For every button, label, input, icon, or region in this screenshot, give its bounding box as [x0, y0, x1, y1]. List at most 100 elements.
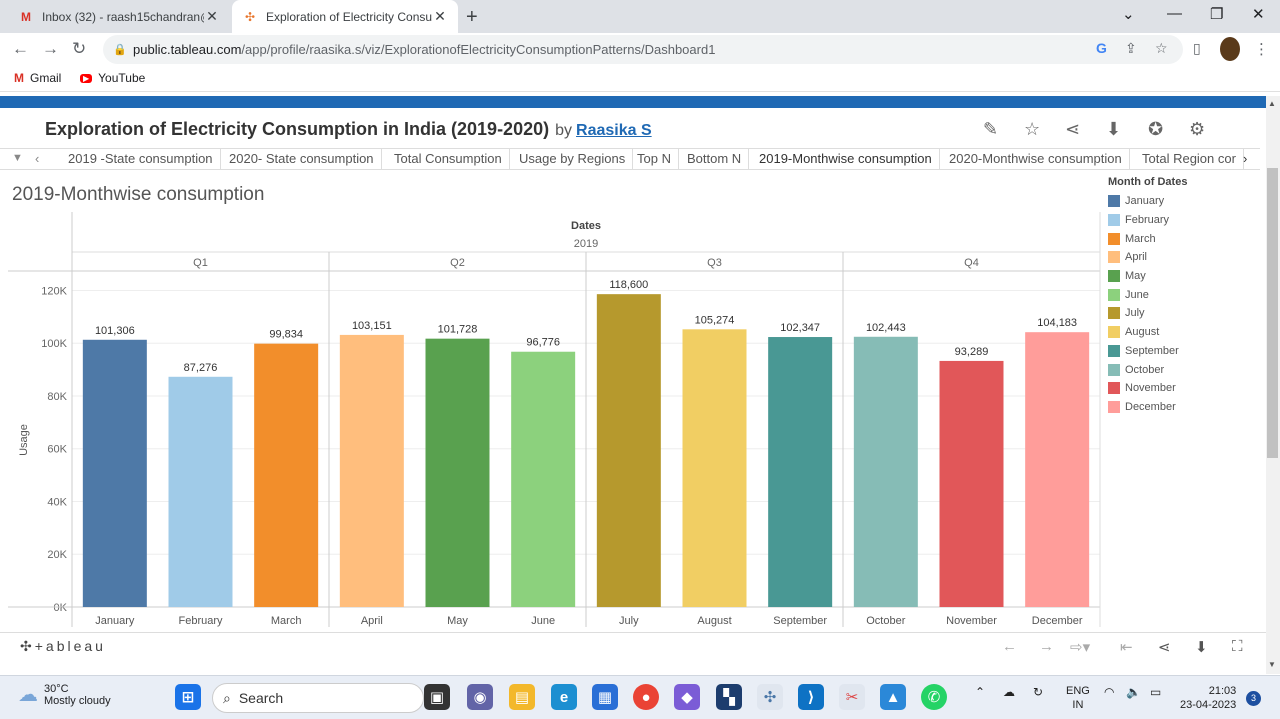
tray-expand-icon[interactable]: ⌃: [975, 685, 985, 699]
legend-item[interactable]: February: [1108, 211, 1258, 230]
legend-item[interactable]: April: [1108, 248, 1258, 267]
battery-icon[interactable]: ▭: [1150, 685, 1161, 699]
bar[interactable]: [1025, 332, 1090, 607]
notification-badge[interactable]: 3: [1246, 691, 1261, 706]
undo-icon[interactable]: ←: [1002, 638, 1017, 655]
bar[interactable]: [168, 376, 233, 607]
bar[interactable]: [339, 334, 404, 607]
maximize-button[interactable]: ❐: [1210, 5, 1223, 23]
bar[interactable]: [425, 338, 490, 607]
download-icon[interactable]: ⬇: [1195, 638, 1208, 656]
snipping-tool-icon[interactable]: ✂: [839, 684, 865, 710]
edit-copy-icon[interactable]: ✎: [983, 119, 998, 140]
reset-icon[interactable]: ⇤: [1120, 638, 1133, 656]
legend-item[interactable]: December: [1108, 398, 1258, 417]
bookmark-youtube[interactable]: ▶ YouTube: [80, 71, 145, 85]
tabs-prev-icon[interactable]: ‹: [35, 151, 39, 166]
scrollbar-thumb[interactable]: [1267, 168, 1278, 458]
taskbar-search[interactable]: ⌕ Search: [212, 683, 424, 713]
new-tab-button[interactable]: +: [466, 6, 478, 29]
settings-gear-icon[interactable]: ⚙: [1189, 119, 1205, 140]
favorite-star-icon[interactable]: ☆: [1024, 119, 1040, 140]
sheet-tab[interactable]: Top N: [630, 149, 679, 169]
tabs-dropdown-icon[interactable]: ▼: [12, 152, 23, 164]
vscode-icon[interactable]: ⟩: [798, 684, 824, 710]
whatsapp-icon[interactable]: ✆: [921, 684, 947, 710]
author-link[interactable]: Raasika S: [576, 122, 652, 139]
sheet-tab[interactable]: 2019 -State consumption: [61, 149, 221, 169]
bar[interactable]: [939, 360, 1004, 607]
chrome-icon[interactable]: ●: [633, 684, 659, 710]
forward-icon[interactable]: →: [42, 39, 59, 59]
sheet-tab[interactable]: Bottom N: [680, 149, 750, 169]
start-windows-icon[interactable]: ⊞: [175, 684, 201, 710]
scroll-up-icon[interactable]: ▲: [1268, 99, 1276, 108]
sheet-tab[interactable]: Total Consumption: [387, 149, 510, 169]
sheet-tab[interactable]: 2020-Monthwise consumption: [942, 149, 1130, 169]
onedrive-icon[interactable]: ☁: [1003, 685, 1015, 699]
clock[interactable]: 21:03 23-04-2023: [1180, 684, 1236, 712]
tab-search-icon[interactable]: ⌄: [1122, 5, 1135, 23]
legend-item[interactable]: October: [1108, 360, 1258, 379]
bar[interactable]: [82, 339, 147, 607]
browser-tab-tableau[interactable]: ✣ Exploration of Electricity Consum ✕: [232, 0, 458, 33]
bar[interactable]: [254, 343, 319, 607]
language-indicator[interactable]: ENG IN: [1066, 684, 1090, 712]
minimize-button[interactable]: —: [1167, 5, 1182, 22]
teams-icon[interactable]: ◉: [467, 684, 493, 710]
bookmark-gmail[interactable]: M Gmail: [14, 71, 61, 85]
bar[interactable]: [768, 337, 833, 607]
bookmark-star-icon[interactable]: ☆: [1155, 40, 1168, 57]
tabs-next-icon[interactable]: ›: [1243, 151, 1247, 166]
sheet-tab[interactable]: 2019-Monthwise consumption: [752, 149, 940, 169]
sheet-tab[interactable]: Usage by Regions: [512, 149, 634, 169]
close-window-button[interactable]: ✕: [1252, 5, 1265, 23]
tableau-icon[interactable]: ✣: [757, 684, 783, 710]
legend-item[interactable]: June: [1108, 285, 1258, 304]
share-icon[interactable]: ⋖: [1158, 638, 1171, 656]
reload-icon[interactable]: ↻: [72, 39, 86, 59]
store-icon[interactable]: ▦: [592, 684, 618, 710]
copilot-icon[interactable]: ◆: [674, 684, 700, 710]
file-explorer-icon[interactable]: ▤: [509, 684, 535, 710]
edge-icon[interactable]: e: [551, 684, 577, 710]
share-icon[interactable]: ⇪: [1125, 40, 1137, 57]
menu-icon[interactable]: ⋮: [1254, 40, 1269, 58]
close-tab-icon[interactable]: ✕: [432, 8, 448, 25]
legend-item[interactable]: July: [1108, 304, 1258, 323]
badge-icon[interactable]: ✪: [1148, 119, 1163, 140]
tableau-logo[interactable]: ✣+ableau: [20, 638, 106, 655]
side-panel-icon[interactable]: ▯: [1193, 40, 1201, 57]
address-bar[interactable]: 🔒 public.tableau.com/app/profile/raasika…: [103, 35, 1183, 64]
share-icon[interactable]: ⋖: [1065, 119, 1080, 140]
sheet-tab[interactable]: Total Region cor: [1135, 149, 1244, 169]
bar[interactable]: [682, 329, 747, 607]
browser-tab-gmail[interactable]: M Inbox (32) - raash15chandran@g ✕: [8, 0, 230, 33]
wifi-icon[interactable]: ◠: [1104, 685, 1114, 699]
legend-item[interactable]: January: [1108, 192, 1258, 211]
download-icon[interactable]: ⬇: [1106, 119, 1121, 140]
legend-item[interactable]: May: [1108, 267, 1258, 286]
task-view-icon[interactable]: ▣: [424, 684, 450, 710]
legend-item[interactable]: September: [1108, 342, 1258, 361]
profile-avatar[interactable]: [1220, 37, 1240, 61]
bar[interactable]: [853, 336, 918, 607]
sync-icon[interactable]: ↻: [1033, 685, 1043, 699]
legend-item[interactable]: August: [1108, 323, 1258, 342]
revert-icon[interactable]: ⇨▾: [1070, 638, 1090, 656]
google-lens-icon[interactable]: G: [1096, 40, 1107, 56]
weather-widget[interactable]: ☁ 30°C Mostly cloudy: [18, 682, 111, 707]
legend-item[interactable]: March: [1108, 229, 1258, 248]
bar[interactable]: [511, 351, 576, 607]
legend-item[interactable]: November: [1108, 379, 1258, 398]
close-tab-icon[interactable]: ✕: [204, 8, 220, 25]
redo-icon[interactable]: →: [1039, 638, 1054, 655]
volume-icon[interactable]: 🔈: [1126, 685, 1141, 699]
back-icon[interactable]: ←: [12, 39, 29, 59]
photos-icon[interactable]: ▲: [880, 684, 906, 710]
scroll-down-icon[interactable]: ▼: [1268, 660, 1276, 669]
app-icon[interactable]: ▚: [716, 684, 742, 710]
bar[interactable]: [596, 294, 661, 607]
fullscreen-icon[interactable]: ⛶: [1232, 638, 1243, 655]
sheet-tab[interactable]: 2020- State consumption: [222, 149, 382, 169]
